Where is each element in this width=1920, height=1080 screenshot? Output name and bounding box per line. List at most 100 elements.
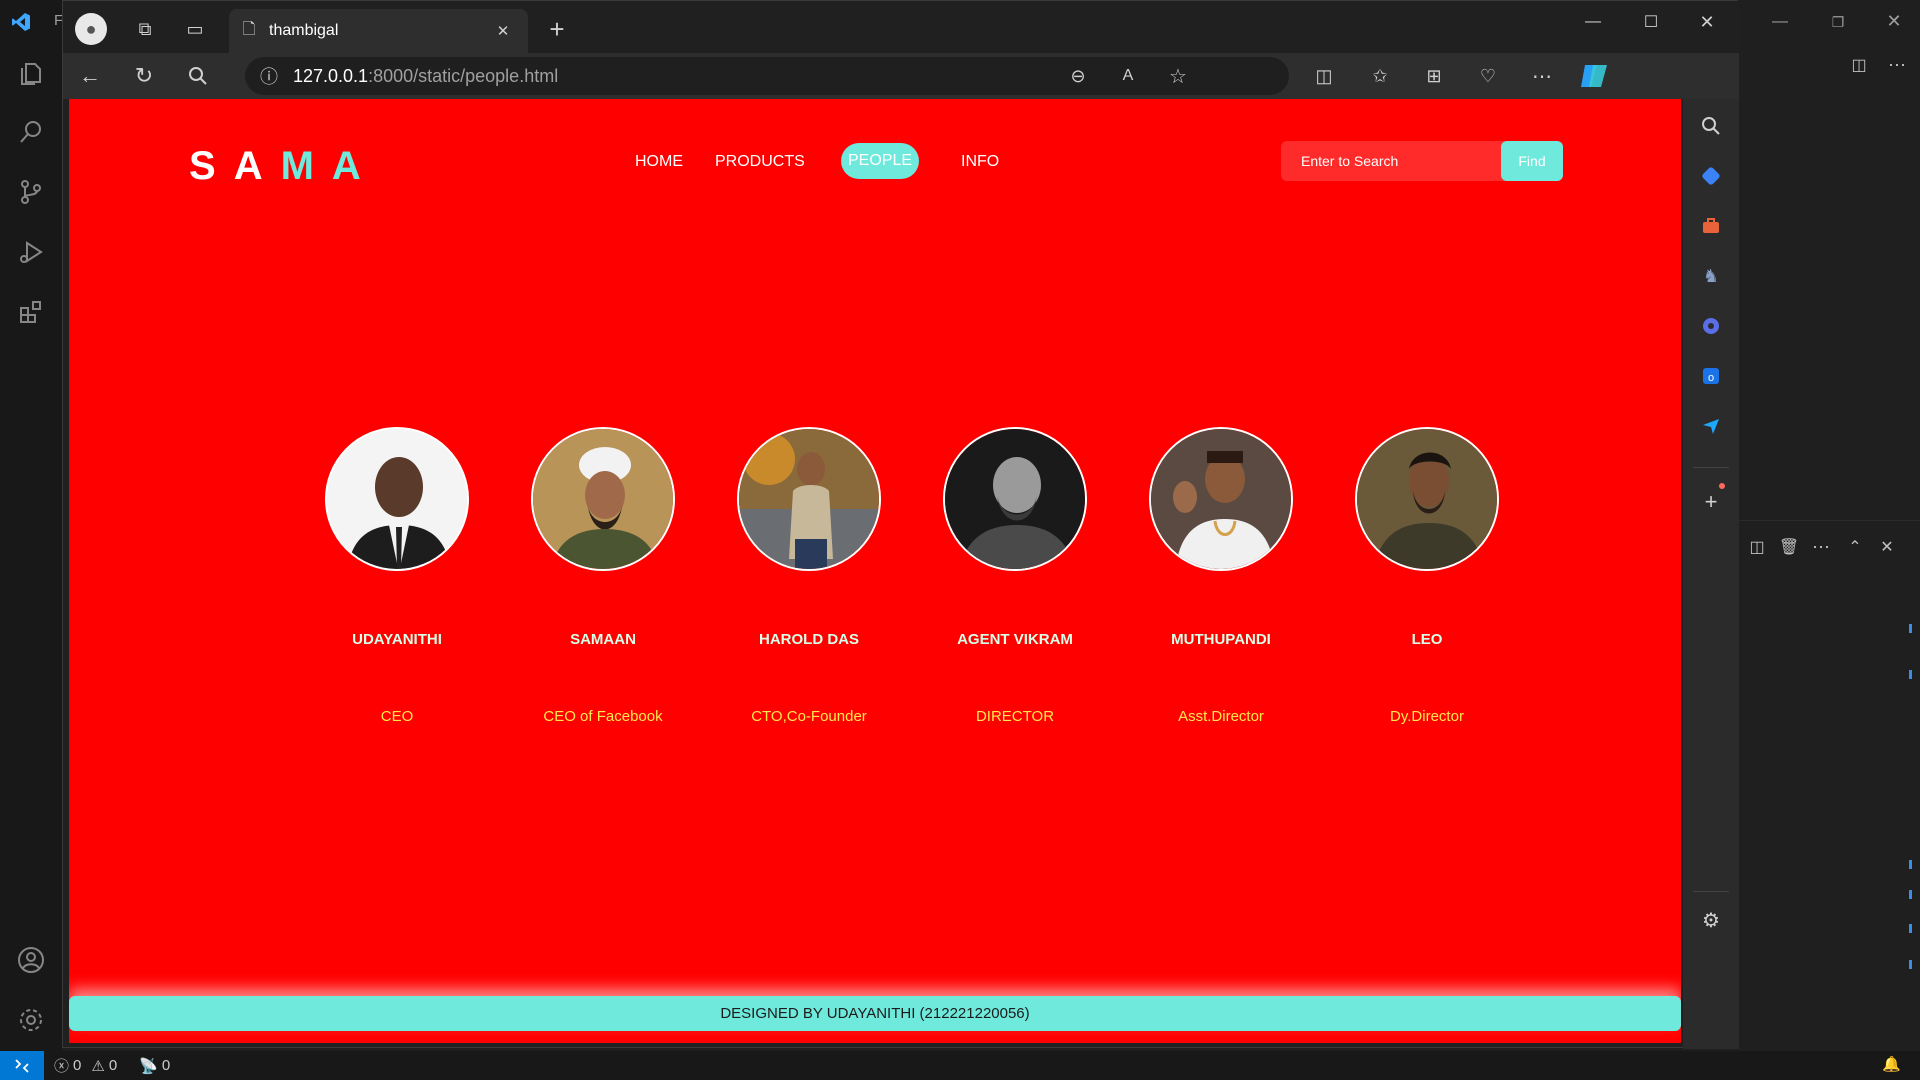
explorer-icon[interactable] xyxy=(11,54,51,94)
search-web-icon[interactable] xyxy=(181,59,215,93)
site-logo[interactable]: SAMA xyxy=(189,144,379,189)
tab-title: thambigal xyxy=(269,22,339,39)
problems-indicator[interactable]: ⓧ 0 ⚠ 0 xyxy=(54,1055,117,1076)
send-icon[interactable] xyxy=(1693,411,1729,441)
person-card: HAROLD DAS CTO,Co-Founder xyxy=(709,427,909,725)
browser-minimize-icon[interactable]: — xyxy=(1573,9,1613,35)
profile-avatar-icon[interactable]: ● xyxy=(75,13,107,45)
notifications-bell-icon[interactable]: 🔔 xyxy=(1882,1055,1901,1073)
nav-products[interactable]: PRODUCTS xyxy=(715,153,805,171)
sidebar-settings-icon[interactable]: ⚙ xyxy=(1693,905,1729,935)
person-role: DIRECTOR xyxy=(975,708,1055,725)
person-card: LEO Dy.Director xyxy=(1327,427,1527,725)
more-actions-icon[interactable]: ⋯ xyxy=(1884,52,1910,78)
tools-briefcase-icon[interactable] xyxy=(1693,211,1729,241)
browser-close-icon[interactable]: ✕ xyxy=(1687,9,1727,35)
ports-indicator[interactable]: 📡 0 xyxy=(139,1057,170,1075)
person-card: SAMAAN CEO of Facebook xyxy=(503,427,703,725)
address-row: ← ↻ ⓘ 127.0.0.1 :8000/static/people.html… xyxy=(63,53,1739,99)
minimize-icon[interactable]: — xyxy=(1760,10,1800,34)
copilot-icon[interactable] xyxy=(1577,59,1611,93)
svg-text:o: o xyxy=(1708,372,1714,384)
logo-letter: A xyxy=(233,144,281,188)
scroll-marker xyxy=(1909,890,1912,899)
split-screen-icon[interactable]: ◫ xyxy=(1307,59,1341,93)
warning-icon: ⚠ xyxy=(91,1057,105,1075)
favorite-star-icon[interactable]: ☆ xyxy=(1163,61,1193,91)
nav-info[interactable]: INFO xyxy=(961,153,999,171)
extensions-icon[interactable] xyxy=(11,292,51,332)
search-icon[interactable] xyxy=(11,112,51,152)
games-chess-icon[interactable]: ♞ xyxy=(1693,261,1729,291)
sidebar-divider xyxy=(1693,467,1729,468)
person-avatar xyxy=(943,427,1087,571)
sidebar-divider xyxy=(1693,891,1729,892)
scroll-marker xyxy=(1909,960,1912,969)
person-avatar xyxy=(1149,427,1293,571)
panel-split-icon[interactable]: ◫ xyxy=(1744,534,1770,560)
refresh-icon[interactable]: ↻ xyxy=(127,59,161,93)
workspaces-icon[interactable]: ⧉ xyxy=(129,13,161,45)
browser-essentials-icon[interactable]: ♡ xyxy=(1471,59,1505,93)
person-avatar xyxy=(1355,427,1499,571)
zoom-out-icon[interactable]: ⊖ xyxy=(1063,61,1093,91)
shopping-tag-icon[interactable] xyxy=(1693,161,1729,191)
collections-icon[interactable]: ⊞ xyxy=(1417,59,1451,93)
site-info-icon[interactable]: ⓘ xyxy=(245,63,293,89)
tab-close-icon[interactable]: ✕ xyxy=(491,19,515,43)
person-name: SAMAAN xyxy=(570,631,636,648)
person-role: CEO of Facebook xyxy=(543,708,663,725)
site-footer: DESIGNED BY UDAYANITHI (212221220056) xyxy=(69,996,1681,1031)
person-avatar xyxy=(531,427,675,571)
error-count: 0 xyxy=(73,1057,82,1074)
remote-indicator-icon[interactable] xyxy=(0,1051,44,1080)
web-page: SAMA HOME PRODUCTS PEOPLE INFO Find UDAY… xyxy=(69,99,1681,1043)
logo-letter: M xyxy=(280,144,332,188)
vscode-status-bar: ⓧ 0 ⚠ 0 📡 0 🔔 xyxy=(0,1051,1920,1080)
split-editor-icon[interactable]: ◫ xyxy=(1846,52,1872,78)
vscode-activity-bar: Fi xyxy=(0,0,67,1051)
add-sidebar-icon[interactable]: + xyxy=(1693,487,1729,517)
microsoft-365-icon[interactable] xyxy=(1693,311,1729,341)
browser-maximize-icon[interactable]: ☐ xyxy=(1631,9,1671,35)
nav-home[interactable]: HOME xyxy=(635,153,683,171)
chevron-up-icon[interactable]: ⌃ xyxy=(1842,534,1868,560)
source-control-icon[interactable] xyxy=(11,172,51,212)
manage-gear-icon[interactable] xyxy=(11,1000,51,1040)
page-icon: 🗋 xyxy=(242,20,256,38)
sidebar-search-icon[interactable] xyxy=(1693,111,1729,141)
close-window-icon[interactable]: ✕ xyxy=(1874,8,1914,34)
logo-letter: A xyxy=(331,144,379,188)
account-icon[interactable] xyxy=(11,940,51,980)
browser-window: ● ⧉ ▭ 🗋 thambigal ✕ + — ☐ ✕ ← ↻ ⓘ 127.0.… xyxy=(62,0,1739,1049)
trash-icon[interactable]: 🗑 xyxy=(1776,534,1802,560)
person-card: UDAYANITHI CEO xyxy=(297,427,497,725)
person-card: MUTHUPANDI Asst.Director xyxy=(1121,427,1321,725)
favorites-icon[interactable]: ✩ xyxy=(1363,59,1397,93)
tab-thambigal[interactable]: 🗋 thambigal ✕ xyxy=(229,9,528,53)
settings-more-icon[interactable]: ⋯ xyxy=(1525,59,1559,93)
url-host: 127.0.0.1 xyxy=(293,65,369,86)
scroll-marker xyxy=(1909,624,1912,633)
read-aloud-icon[interactable]: A xyxy=(1113,61,1143,91)
tab-bar: ● ⧉ ▭ 🗋 thambigal ✕ + — ☐ ✕ xyxy=(63,1,1739,53)
person-name: UDAYANITHI xyxy=(352,631,442,648)
panel-close-icon[interactable]: ✕ xyxy=(1874,534,1900,560)
panel-more-icon[interactable]: ⋯ xyxy=(1808,534,1834,560)
address-bar[interactable]: ⓘ 127.0.0.1 :8000/static/people.html ⊖ A… xyxy=(245,57,1289,95)
person-role: Asst.Director xyxy=(1178,708,1264,725)
person-role: Dy.Director xyxy=(1390,708,1464,725)
url-path: :8000/static/people.html xyxy=(368,65,559,86)
restore-icon[interactable]: ❐ xyxy=(1818,10,1858,34)
logo-letter: S xyxy=(189,144,234,188)
new-tab-icon[interactable]: + xyxy=(541,13,573,45)
vscode-right-area: — ❐ ✕ ◫ ⋯ ◫ 🗑 ⋯ ⌃ ✕ xyxy=(1738,0,1920,1051)
run-debug-icon[interactable] xyxy=(11,232,51,272)
outlook-icon[interactable]: o xyxy=(1693,361,1729,391)
back-icon[interactable]: ← xyxy=(73,59,107,93)
scroll-marker xyxy=(1909,670,1912,679)
nav-people[interactable]: PEOPLE xyxy=(841,143,919,179)
tab-actions-icon[interactable]: ▭ xyxy=(179,13,211,45)
search-input[interactable] xyxy=(1281,141,1501,181)
find-button[interactable]: Find xyxy=(1501,141,1563,181)
